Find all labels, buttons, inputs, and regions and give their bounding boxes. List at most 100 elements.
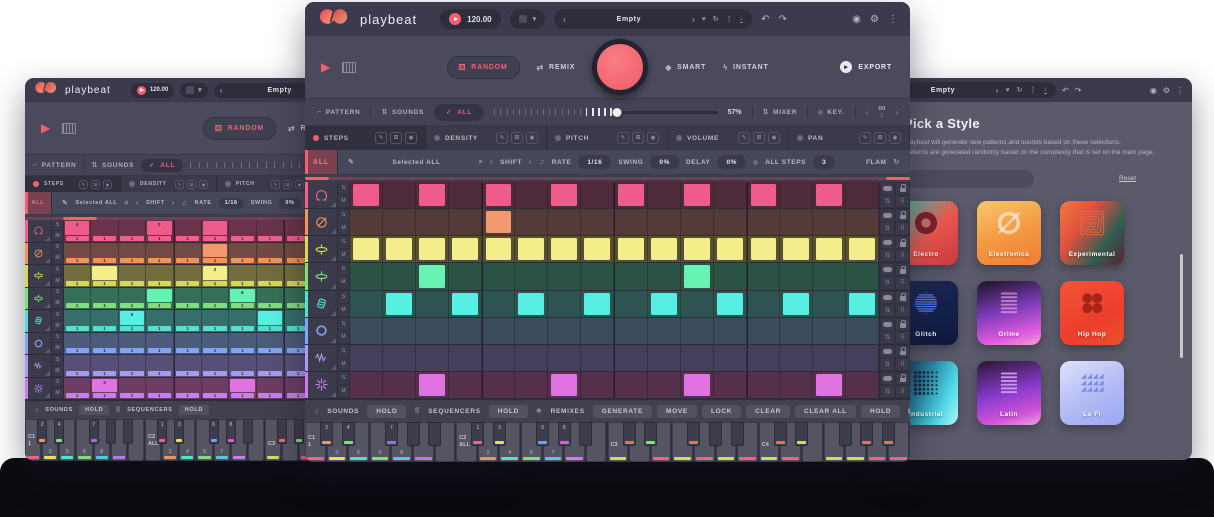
solo-button[interactable]: S — [338, 318, 349, 331]
step-cell[interactable] — [548, 372, 581, 398]
save-icon[interactable]: ↓ — [1044, 87, 1048, 94]
edit-icon[interactable]: ✎ — [859, 132, 871, 144]
step-cell[interactable]: 1 — [229, 333, 256, 355]
step-cell[interactable] — [681, 291, 714, 317]
black-key[interactable] — [860, 422, 873, 446]
mute-button[interactable]: M — [52, 388, 63, 399]
style-tile-hip-hop[interactable]: Hip Hop — [1060, 281, 1124, 345]
step-cell[interactable] — [548, 263, 581, 289]
solo-button[interactable]: S — [52, 265, 63, 276]
step-cell[interactable] — [581, 209, 614, 235]
probability-chip[interactable]: 1 — [66, 348, 89, 353]
probability-chip[interactable]: 1 — [120, 371, 143, 376]
shift-left-button[interactable]: ‹ — [490, 159, 493, 166]
step-cell[interactable] — [747, 182, 781, 208]
step-cell[interactable] — [383, 345, 416, 371]
step-cell[interactable]: 1 — [91, 220, 118, 242]
step-cell[interactable]: 1 — [91, 243, 118, 265]
shift-right-button[interactable]: › — [529, 159, 532, 166]
probability-chip[interactable]: 1 — [231, 281, 254, 286]
track-icon-5[interactable] — [25, 310, 51, 333]
probability-chip[interactable]: 1 — [258, 326, 281, 331]
step-cell[interactable] — [449, 345, 482, 371]
step-cell[interactable] — [449, 182, 482, 208]
lock-icon[interactable]: ◉ — [647, 132, 659, 144]
mute-button[interactable]: M — [52, 321, 63, 332]
next-preset-button[interactable]: › — [996, 86, 999, 95]
step-cell[interactable] — [581, 263, 614, 289]
track-flip-button[interactable]: ⇅ — [880, 195, 895, 208]
mute-button[interactable]: M — [338, 276, 349, 289]
flam-button[interactable]: FLAM — [866, 159, 886, 166]
step-cell[interactable] — [416, 236, 449, 262]
step-cell[interactable] — [416, 291, 449, 317]
step-cell[interactable] — [581, 318, 614, 344]
step-cell[interactable] — [714, 182, 747, 208]
probability-chip[interactable]: 1 — [258, 303, 281, 308]
step-cell[interactable] — [714, 291, 747, 317]
random-button[interactable]: ⚄RANDOM — [203, 117, 276, 140]
step-cell[interactable] — [813, 236, 846, 262]
probability-chip[interactable]: 1 — [176, 303, 199, 308]
favorite-icon[interactable]: ♥ — [1005, 87, 1009, 94]
probability-chip[interactable]: 1 — [148, 281, 171, 286]
mute-button[interactable]: M — [52, 298, 63, 309]
step-cell[interactable]: 1 — [91, 333, 118, 355]
probability-chip[interactable]: 1 — [148, 393, 171, 398]
step-cell[interactable]: 1 — [64, 333, 91, 355]
track-lock-button[interactable] — [895, 372, 910, 385]
step-cell[interactable] — [515, 236, 548, 262]
step-cell[interactable]: 1 — [257, 220, 284, 242]
track-random-button[interactable] — [880, 291, 895, 304]
sequencers-hold-button[interactable]: HOLD — [179, 405, 209, 415]
track-icon-6[interactable] — [25, 333, 51, 356]
step-cell[interactable] — [780, 263, 813, 289]
probability-chip[interactable]: 1 — [231, 348, 254, 353]
pattern-view-button[interactable]: ⌐PATTERN — [33, 162, 76, 169]
step-cell[interactable] — [813, 291, 846, 317]
style-tile-lo-fi[interactable]: Lo Fi — [1060, 361, 1124, 425]
probability-chip[interactable]: 1 — [120, 393, 143, 398]
step-cell[interactable]: 1 — [229, 243, 256, 265]
step-cell[interactable] — [846, 209, 879, 235]
step-cell[interactable]: 1 — [257, 243, 284, 265]
track-lock-button[interactable] — [895, 209, 910, 222]
sounds-hold-button[interactable]: HOLD — [367, 405, 406, 418]
lock-icon[interactable]: ◉ — [526, 132, 538, 144]
step-cell[interactable] — [681, 318, 714, 344]
step-cell[interactable] — [614, 236, 648, 262]
lock-icon[interactable]: ◉ — [103, 180, 112, 189]
mute-button[interactable]: M — [52, 343, 63, 354]
all-tracks-cell[interactable]: ALL — [305, 150, 338, 174]
step-cell[interactable] — [581, 372, 614, 398]
probability-chip[interactable]: 1 — [176, 281, 199, 286]
tempo-control[interactable]: 120.00 — [440, 9, 500, 29]
step-cell[interactable]: 1 — [202, 243, 229, 265]
track-random-button[interactable] — [880, 236, 895, 249]
step-cell[interactable] — [350, 209, 383, 235]
black-key[interactable]: 1 — [157, 419, 167, 444]
next-pattern-button[interactable]: › — [895, 108, 898, 117]
random-button[interactable]: ⚄RANDOM — [446, 56, 519, 79]
black-key[interactable] — [774, 422, 787, 446]
step-cell[interactable]: 1 — [91, 288, 118, 310]
step-cell[interactable]: 1 — [202, 310, 229, 332]
step-cell[interactable] — [482, 182, 516, 208]
black-key[interactable] — [882, 422, 895, 446]
preset-menu-icon[interactable]: ⋮ — [726, 15, 733, 23]
account-icon[interactable]: ◉ — [1150, 86, 1157, 95]
step-cell[interactable] — [383, 372, 416, 398]
mute-button[interactable]: M — [338, 249, 349, 262]
probability-chip[interactable]: 1 — [93, 303, 116, 308]
step-cell[interactable] — [515, 182, 548, 208]
probability-chip[interactable]: 1 — [120, 348, 143, 353]
track-icon-8[interactable] — [25, 378, 51, 401]
probability-chip[interactable]: 1 — [231, 236, 254, 241]
step-cell[interactable] — [383, 291, 416, 317]
step-cell[interactable]: 1 — [146, 288, 173, 310]
track-flip-button[interactable]: ⇅ — [880, 222, 895, 235]
step-cell[interactable]: 31 — [146, 220, 173, 242]
quantize-button[interactable]: Q — [908, 405, 910, 418]
black-key[interactable] — [243, 419, 253, 444]
track-lock-button[interactable] — [895, 345, 910, 358]
